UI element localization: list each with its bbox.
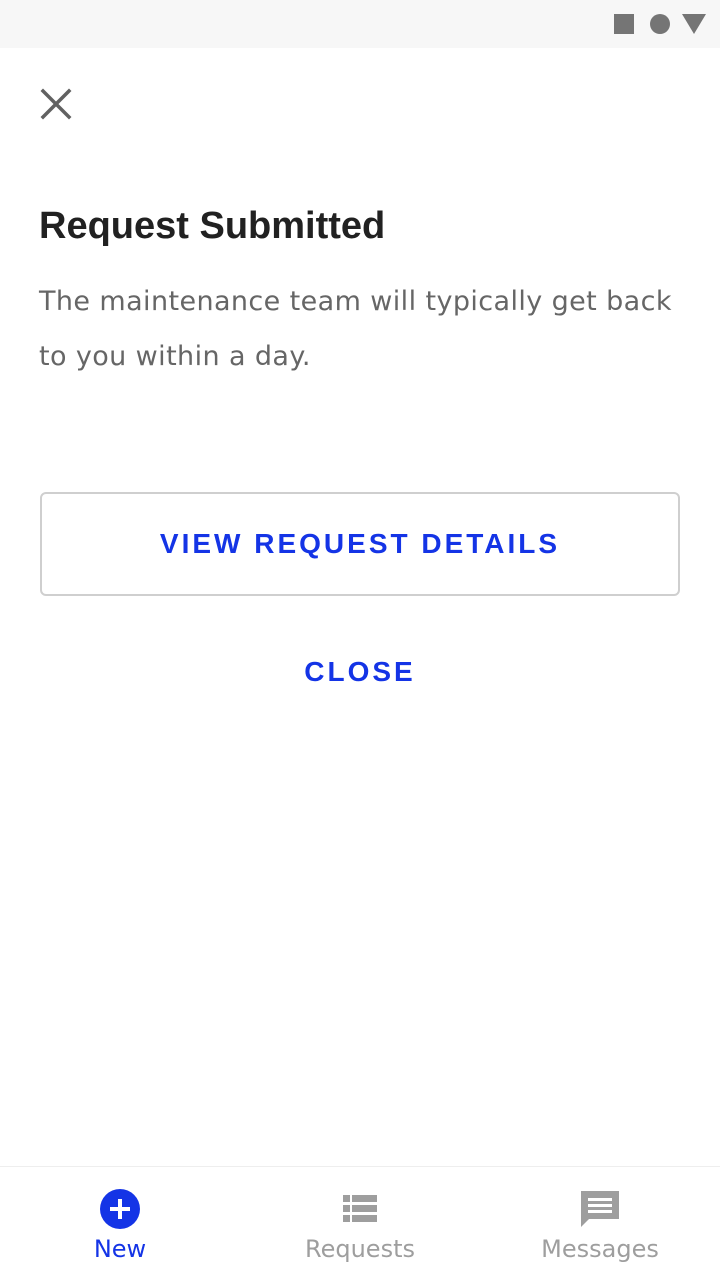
close-button[interactable]: CLOSE <box>280 640 440 704</box>
dialog-message: The maintenance team will typically get … <box>39 286 672 372</box>
dialog-title: Request Submitted <box>39 205 386 247</box>
close-button-label: CLOSE <box>304 656 416 687</box>
nav-item-new[interactable]: New <box>0 1167 240 1280</box>
nav-label-messages: Messages <box>541 1235 659 1263</box>
view-request-details-label: VIEW REQUEST DETAILS <box>159 528 561 559</box>
circle-icon <box>650 14 670 34</box>
nav-item-messages[interactable]: Messages <box>480 1167 720 1280</box>
nav-label-requests: Requests <box>305 1235 415 1263</box>
square-icon <box>614 14 634 34</box>
triangle-icon <box>682 14 706 34</box>
nav-label-new: New <box>93 1235 147 1263</box>
status-bar <box>0 0 720 48</box>
list-icon <box>343 1195 377 1222</box>
add-circle-icon <box>100 1189 140 1229</box>
view-request-details-button[interactable]: VIEW REQUEST DETAILS <box>40 492 680 596</box>
message-icon <box>581 1191 619 1227</box>
nav-item-requests[interactable]: Requests <box>240 1167 480 1280</box>
close-icon[interactable] <box>36 84 76 124</box>
bottom-navigation: New Requests Messages <box>0 1166 720 1280</box>
